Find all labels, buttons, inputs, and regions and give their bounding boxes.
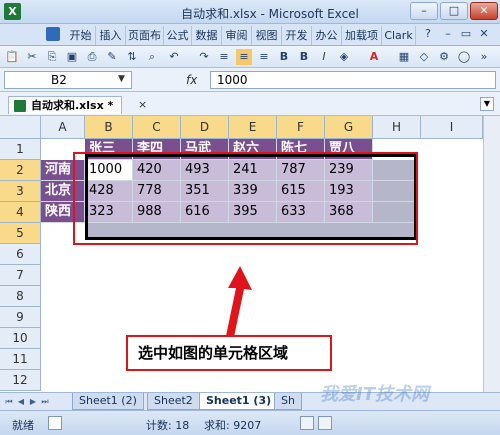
close-workbook-icon[interactable]: ✕ xyxy=(476,26,492,42)
minimize-button[interactable]: – xyxy=(410,2,438,20)
sheet-tab[interactable]: Sheet2 xyxy=(147,393,200,410)
name-box-dropdown-icon[interactable]: ▼ xyxy=(118,74,125,84)
status-bar: 就绪 计数: 18 求和: 9207 xyxy=(0,410,500,435)
tab-office[interactable]: 办公 xyxy=(312,26,342,45)
tab-data[interactable]: 数据 xyxy=(192,26,222,45)
close-button[interactable]: ✕ xyxy=(470,2,498,20)
italic-icon[interactable]: I xyxy=(316,49,332,65)
workbook-tab[interactable]: 自动求和.xlsx * xyxy=(8,96,123,114)
prev-sheet-icon[interactable]: ◀ xyxy=(16,396,26,408)
maximize-button[interactable]: □ xyxy=(440,2,468,20)
tab-addins[interactable]: 加载项 xyxy=(342,26,382,45)
normal-view-icon[interactable] xyxy=(300,416,314,430)
status-ready: 就绪 xyxy=(12,419,34,432)
status-count: 计数: 18 xyxy=(146,419,190,432)
window-title: 自动求和.xlsx - Microsoft Excel xyxy=(181,7,359,21)
save-icon[interactable]: ▣ xyxy=(64,49,80,65)
paste-icon[interactable]: 📋 xyxy=(4,49,20,65)
workbook-close-button[interactable]: × xyxy=(138,98,147,111)
arrow-shape xyxy=(226,266,252,337)
fill-color-icon[interactable]: ◈ xyxy=(336,49,352,65)
title-bar: X 自动求和.xlsx - Microsoft Excel – □ ✕ xyxy=(0,0,500,24)
page-layout-view-icon[interactable] xyxy=(318,416,332,430)
align-right-icon[interactable]: ≡ xyxy=(256,49,272,65)
redo-icon[interactable]: ↷ xyxy=(196,49,212,65)
watermark: 我爱IT技术网 xyxy=(320,384,429,405)
print-icon[interactable]: ⎙ xyxy=(84,49,100,65)
tab-clark[interactable]: Clark xyxy=(382,26,416,45)
font-color-icon[interactable]: A xyxy=(366,49,382,65)
borders-icon[interactable]: ▦ xyxy=(396,49,412,65)
excel-app-icon[interactable]: X xyxy=(4,3,21,20)
copy-icon[interactable]: ⎘ xyxy=(44,49,60,65)
first-sheet-icon[interactable]: ⏮ xyxy=(4,396,14,408)
ribbon-tab-bar: 开始 插入 页面布 公式 数据 审阅 视图 开发 办公 加载项 Clark ? … xyxy=(0,24,500,46)
settings-icon[interactable]: ⚙ xyxy=(436,49,452,65)
undo-icon[interactable]: ↶ xyxy=(166,49,182,65)
workbook-tab-label: 自动求和.xlsx * xyxy=(31,99,114,112)
spreadsheet-grid[interactable]: A B C D E F G H I 1 2 3 4 5 6 7 8 9 10 1… xyxy=(0,116,500,392)
more-icon[interactable]: ◇ xyxy=(416,49,432,65)
annotation-callout: 选中如图的单元格区域 xyxy=(126,335,332,371)
status-sum: 求和: 9207 xyxy=(204,419,262,432)
sheet-tab[interactable]: Sheet1 (2) xyxy=(72,393,144,410)
shape-icon[interactable]: ◯ xyxy=(456,49,472,65)
macro-record-icon[interactable] xyxy=(48,416,62,430)
bold-icon[interactable]: B xyxy=(276,49,292,65)
tab-home[interactable]: 开始 xyxy=(66,26,96,45)
last-sheet-icon[interactable]: ⏭ xyxy=(40,396,50,408)
preview-icon[interactable]: ⌕ xyxy=(144,49,160,65)
overflow-icon[interactable]: » xyxy=(476,49,492,65)
quick-toolbar: 📋 ✂ ⎘ ▣ ⎙ ✎ ⇅ ⌕ ↶ ↷ ≡ ≡ ≡ B B I ◈ A ▦ ◇ … xyxy=(0,46,500,68)
help-icon[interactable]: ? xyxy=(420,26,436,42)
window-controls: – □ ✕ xyxy=(408,2,498,20)
sort-icon[interactable]: ⇅ xyxy=(124,49,140,65)
minimize-ribbon-icon[interactable]: – xyxy=(440,26,456,42)
tab-developer[interactable]: 开发 xyxy=(282,26,312,45)
bold-alt-icon[interactable]: B xyxy=(296,49,312,65)
tab-formulas[interactable]: 公式 xyxy=(164,26,192,45)
restore-icon[interactable]: ▭ xyxy=(458,26,474,42)
tab-insert[interactable]: 插入 xyxy=(96,26,126,45)
sheet-tab[interactable]: Sh xyxy=(274,393,302,410)
formula-bar: B2 ▼ fx 1000 xyxy=(0,68,500,92)
formula-input[interactable]: 1000 xyxy=(210,71,496,89)
next-sheet-icon[interactable]: ▶ xyxy=(28,396,38,408)
excel-file-icon xyxy=(14,100,26,112)
workbook-menu-icon[interactable]: ▼ xyxy=(480,97,494,111)
workbook-tab-bar: 自动求和.xlsx * × ▼ xyxy=(0,92,500,116)
align-left-icon[interactable]: ≡ xyxy=(216,49,232,65)
office-button-icon[interactable] xyxy=(46,27,60,41)
tab-view[interactable]: 视图 xyxy=(252,26,282,45)
tab-review[interactable]: 审阅 xyxy=(222,26,252,45)
name-box[interactable]: B2 xyxy=(4,71,132,89)
tab-page-layout[interactable]: 页面布 xyxy=(126,26,164,45)
insert-function-button[interactable]: fx xyxy=(186,73,197,87)
sheet-tab-active[interactable]: Sheet1 (3) xyxy=(199,393,279,410)
align-center-icon[interactable]: ≡ xyxy=(236,49,252,65)
cut-icon[interactable]: ✂ xyxy=(24,49,40,65)
format-painter-icon[interactable]: ✎ xyxy=(104,49,120,65)
